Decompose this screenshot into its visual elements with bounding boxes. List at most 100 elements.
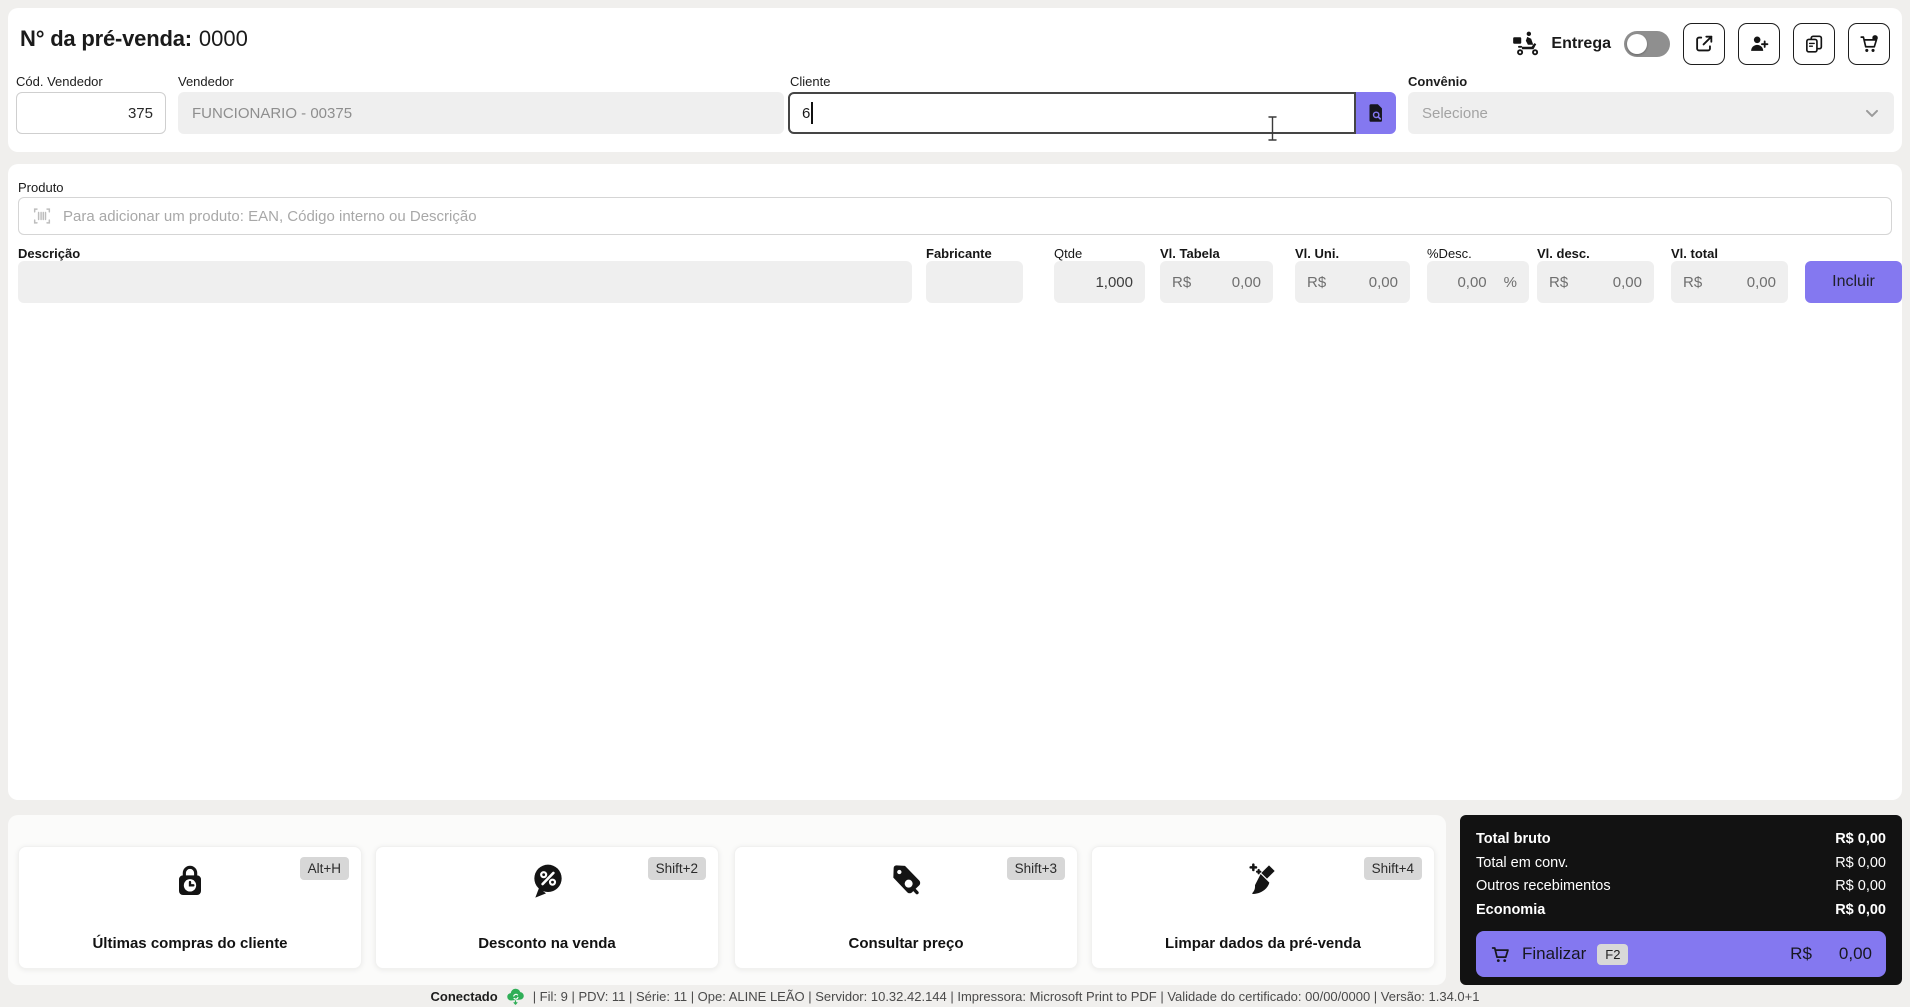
outros-recebimentos-row: Outros recebimentos R$ 0,00 bbox=[1476, 875, 1886, 899]
vl-tabela-value: 0,00 bbox=[1231, 273, 1261, 291]
action-label: Últimas compras do cliente bbox=[92, 935, 288, 952]
convenio-placeholder: Selecione bbox=[1422, 104, 1488, 122]
cart-button[interactable] bbox=[1848, 23, 1890, 65]
action-desconto-venda[interactable]: Shift+2 Desconto na venda bbox=[375, 846, 719, 969]
share-button[interactable] bbox=[1683, 23, 1725, 65]
connected-label: Conectado bbox=[430, 989, 498, 1004]
total-conv-row: Total em conv. R$ 0,00 bbox=[1476, 852, 1886, 876]
produto-input[interactable]: Para adicionar um produto: EAN, Código i… bbox=[18, 197, 1892, 235]
col-descricao: Descrição bbox=[18, 246, 81, 261]
col-vl-tabela: Vl. Tabela bbox=[1160, 246, 1220, 261]
cloud-sync-icon bbox=[505, 986, 526, 1007]
percent-suffix: % bbox=[1503, 273, 1517, 291]
cliente-label: Cliente bbox=[790, 74, 831, 89]
delivery-label: Entrega bbox=[1551, 35, 1611, 52]
total-bruto-row: Total bruto R$ 0,00 bbox=[1476, 828, 1886, 852]
status-bar: Conectado | Fil: 9 | PDV: 11 | Série: 11… bbox=[0, 986, 1910, 1007]
add-user-icon bbox=[1751, 36, 1769, 51]
descricao-input bbox=[18, 261, 912, 303]
cliente-value: 6 bbox=[802, 104, 811, 122]
finalizar-shortcut-badge: F2 bbox=[1597, 943, 1629, 965]
fabricante-input bbox=[926, 261, 1023, 303]
presale-number-value: 0000 bbox=[198, 26, 248, 51]
header-actions: Entrega bbox=[1512, 22, 1890, 66]
page-title: N° da pré-venda: 0000 bbox=[20, 26, 248, 52]
finalizar-currency: R$ bbox=[1790, 944, 1812, 963]
document-search-icon bbox=[1369, 104, 1382, 122]
status-details: | Fil: 9 | PDV: 11 | Série: 11 | Ope: AL… bbox=[532, 989, 1480, 1004]
copy-button[interactable] bbox=[1793, 23, 1835, 65]
desc-pct-value: 0,00 bbox=[1457, 273, 1487, 291]
col-desc-pct: %Desc. bbox=[1427, 246, 1472, 261]
action-ultimas-compras[interactable]: Alt+H Últimas compras do cliente bbox=[18, 846, 362, 969]
toggle-knob bbox=[1627, 34, 1647, 54]
vendedor-label: Vendedor bbox=[178, 74, 234, 89]
vendedor-input: FUNCIONARIO - 00375 bbox=[178, 92, 784, 134]
action-label: Consultar preço bbox=[848, 935, 964, 952]
finalizar-amount: 0,00 bbox=[1838, 944, 1872, 963]
shortcut-badge: Shift+3 bbox=[1006, 857, 1065, 880]
add-client-button[interactable] bbox=[1738, 23, 1780, 65]
cliente-search-button[interactable] bbox=[1356, 92, 1396, 134]
cod-vendedor-input[interactable]: 375 bbox=[16, 92, 166, 134]
cart-badge-icon bbox=[1860, 35, 1878, 52]
quick-actions-bar: Alt+H Últimas compras do cliente Shift+2… bbox=[8, 815, 1446, 985]
economia-row: Economia R$ 0,00 bbox=[1476, 899, 1886, 923]
total-label: Total em conv. bbox=[1476, 854, 1569, 871]
action-consultar-preco[interactable]: Shift+3 Consultar preço bbox=[734, 846, 1078, 969]
copy-icon bbox=[1806, 35, 1823, 53]
total-label: Outros recebimentos bbox=[1476, 878, 1611, 894]
shortcut-badge: Alt+H bbox=[299, 857, 349, 880]
convenio-label: Convênio bbox=[1408, 74, 1468, 89]
produto-label: Produto bbox=[18, 180, 64, 195]
cart-icon bbox=[1490, 944, 1511, 965]
vl-desc-input: R$ 0,00 bbox=[1537, 261, 1654, 303]
vl-total-input: R$ 0,00 bbox=[1671, 261, 1788, 303]
total-value: R$ 0,00 bbox=[1835, 878, 1886, 894]
col-fabricante: Fabricante bbox=[926, 246, 992, 261]
produto-placeholder: Para adicionar um produto: EAN, Código i… bbox=[63, 207, 477, 225]
incluir-button[interactable]: Incluir bbox=[1805, 261, 1902, 303]
finalizar-button[interactable]: Finalizar F2 R$ 0,00 bbox=[1476, 931, 1886, 977]
action-label: Limpar dados da pré-venda bbox=[1165, 935, 1361, 952]
header-card: N° da pré-venda: 0000 Entrega Cód. Vende… bbox=[8, 8, 1902, 152]
convenio-select[interactable]: Selecione bbox=[1408, 92, 1894, 134]
mouse-ibeam-cursor bbox=[1266, 115, 1279, 142]
vl-uni-input: R$ 0,00 bbox=[1295, 261, 1410, 303]
col-qtde: Qtde bbox=[1054, 246, 1083, 261]
delivery-toggle[interactable] bbox=[1624, 31, 1670, 57]
cod-vendedor-label: Cód. Vendedor bbox=[16, 74, 103, 89]
action-label: Desconto na venda bbox=[478, 935, 616, 952]
qtde-value: 1,000 bbox=[1095, 273, 1133, 291]
cliente-field-group: 6 bbox=[788, 92, 1396, 134]
currency-label: R$ bbox=[1172, 273, 1192, 291]
total-value: R$ 0,00 bbox=[1835, 854, 1886, 871]
cod-vendedor-value: 375 bbox=[127, 104, 153, 122]
chevron-down-icon bbox=[1862, 103, 1882, 123]
total-label: Total bruto bbox=[1476, 831, 1551, 847]
share-icon bbox=[1696, 35, 1713, 52]
shortcut-badge: Shift+2 bbox=[647, 857, 706, 880]
total-label: Economia bbox=[1476, 901, 1546, 918]
barcode-icon bbox=[31, 205, 53, 227]
vl-uni-value: 0,00 bbox=[1368, 273, 1398, 291]
delivery-scooter-icon bbox=[1512, 31, 1542, 57]
desc-pct-input: 0,00 % bbox=[1427, 261, 1529, 303]
finalizar-label: Finalizar bbox=[1522, 944, 1587, 963]
product-card: Produto Para adicionar um produto: EAN, … bbox=[8, 164, 1902, 800]
pos-presale-page: { "app": { "title_label": "N° da pré-ven… bbox=[0, 0, 1910, 1006]
total-value: R$ 0,00 bbox=[1835, 831, 1886, 847]
presale-number-label: N° da pré-venda: bbox=[20, 26, 192, 51]
action-limpar-dados[interactable]: Shift+4 Limpar dados da pré-venda bbox=[1091, 846, 1435, 969]
col-vl-total: Vl. total bbox=[1671, 246, 1718, 261]
qtde-input[interactable]: 1,000 bbox=[1054, 261, 1145, 303]
vl-tabela-input: R$ 0,00 bbox=[1160, 261, 1273, 303]
text-caret bbox=[811, 102, 813, 124]
vendedor-value: FUNCIONARIO - 00375 bbox=[192, 104, 353, 122]
shortcut-badge: Shift+4 bbox=[1363, 857, 1422, 880]
col-vl-uni: Vl. Uni. bbox=[1295, 246, 1340, 261]
vl-total-value: 0,00 bbox=[1746, 273, 1776, 291]
currency-label: R$ bbox=[1307, 273, 1327, 291]
col-vl-desc: Vl. desc. bbox=[1537, 246, 1590, 261]
vl-desc-value: 0,00 bbox=[1612, 273, 1642, 291]
